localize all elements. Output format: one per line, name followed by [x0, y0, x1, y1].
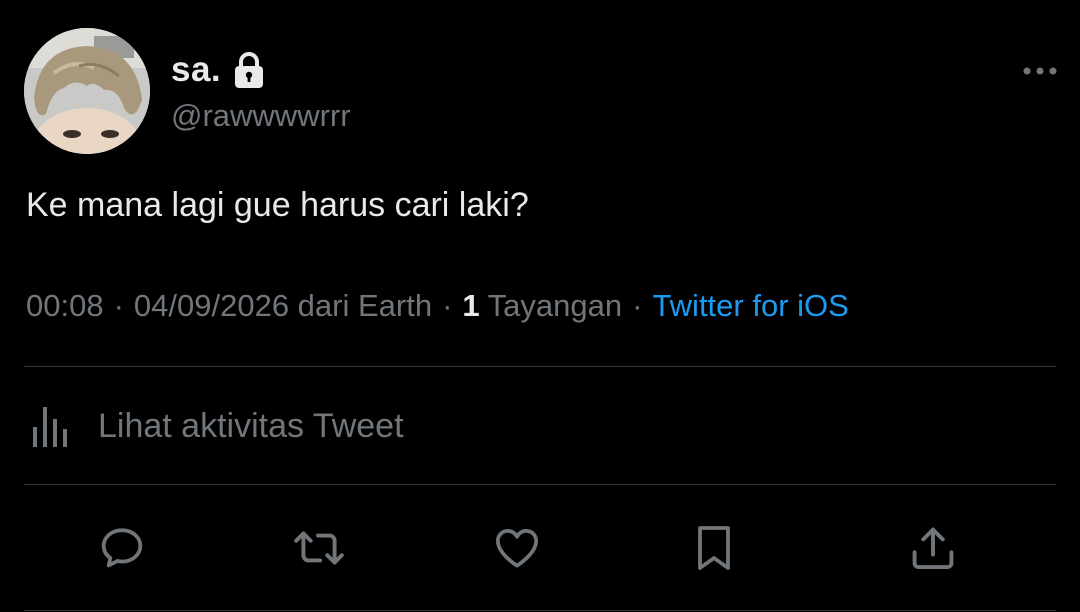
views-label: Tayangan — [487, 288, 623, 323]
divider — [24, 484, 1056, 485]
tweet-date[interactable]: 04/09/2026 dari Earth — [134, 288, 432, 324]
activity-label: Lihat aktivitas Tweet — [98, 406, 404, 445]
user-handle[interactable]: @rawwwwrrr — [171, 98, 351, 134]
tweet-source-link[interactable]: Twitter for iOS — [652, 288, 848, 324]
tweet-text: Ke mana lagi gue harus cari laki? — [26, 186, 529, 224]
divider — [24, 366, 1056, 367]
bookmark-button[interactable] — [686, 520, 742, 576]
avatar[interactable] — [24, 28, 150, 154]
meta-separator: · — [442, 288, 453, 323]
profile-photo — [24, 28, 150, 154]
meta-separator: · — [632, 288, 643, 323]
more-button[interactable] — [1018, 56, 1062, 86]
display-name[interactable]: sa. — [171, 50, 221, 90]
views-count: 1 — [462, 288, 480, 323]
retweet-icon — [294, 531, 344, 565]
lock-icon — [233, 51, 265, 89]
tweet-time[interactable]: 00:08 — [26, 288, 104, 324]
user-name-row: sa. — [171, 48, 265, 92]
bookmark-icon — [698, 526, 730, 570]
divider — [24, 610, 1056, 611]
retweet-button[interactable] — [291, 520, 347, 576]
like-button[interactable] — [489, 520, 545, 576]
reply-icon — [101, 528, 143, 568]
share-icon — [912, 527, 954, 570]
bar-chart-icon — [30, 403, 76, 449]
tweet-meta: 00:08 · 04/09/2026 dari Earth · 1 Tayang… — [26, 288, 849, 324]
reply-button[interactable] — [94, 520, 150, 576]
more-icon — [1023, 67, 1057, 75]
heart-icon — [495, 529, 539, 568]
view-tweet-activity[interactable]: Lihat aktivitas Tweet — [30, 400, 404, 452]
share-button[interactable] — [905, 520, 961, 576]
meta-separator: · — [113, 288, 124, 323]
